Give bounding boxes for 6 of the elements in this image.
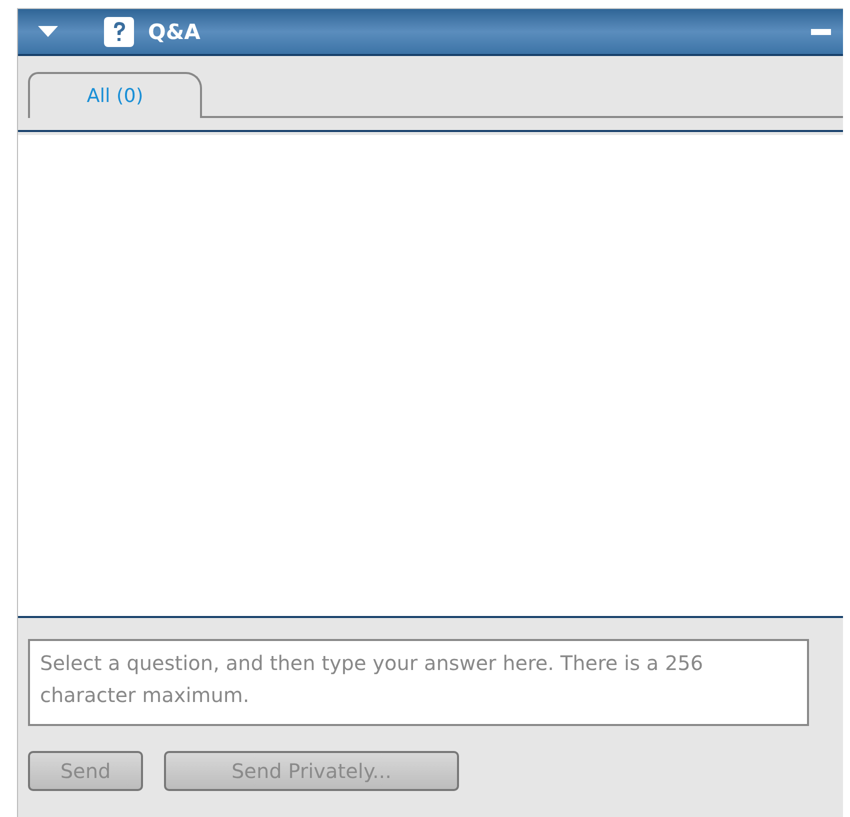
collapse-icon[interactable] bbox=[38, 26, 58, 37]
panel-title: Q&A bbox=[148, 20, 200, 44]
tab[interactable]: All (0) bbox=[28, 72, 202, 118]
answer-field[interactable]: Select a question, and then type your answer here. There is a 256 character maximum. bbox=[28, 639, 809, 726]
question-icon bbox=[104, 16, 134, 46]
minimize-icon[interactable] bbox=[811, 28, 831, 34]
